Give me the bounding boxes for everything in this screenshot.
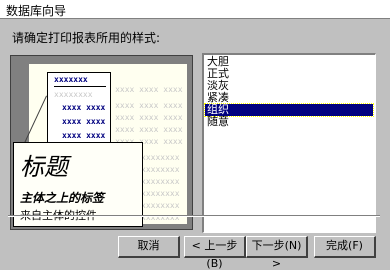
- preview-subtitle-text: 主体之上的标签: [20, 191, 105, 205]
- preview-fill-row: xxxxxxxx: [141, 201, 180, 210]
- preview-bold-row: xxxx xxxx: [62, 131, 106, 140]
- preview-header-marks: xxxxxxx: [54, 75, 88, 84]
- preview-fill-row: xxxxxxxx: [141, 213, 180, 222]
- preview-fill-row: xxxxxxxx: [141, 165, 180, 174]
- wizard-dialog: 请确定打印报表所用的样式: xxxx xxxx xxxx xxxx xxxx x…: [0, 19, 390, 270]
- style-listbox[interactable]: 大胆 正式 淡灰 紧凑 组织 随意: [202, 53, 376, 233]
- divider: [8, 215, 380, 217]
- finish-button[interactable]: 完成(F): [314, 236, 376, 258]
- preview-rule: [54, 86, 106, 87]
- style-option-casual[interactable]: 随意: [205, 116, 373, 128]
- preview-light-row: xxxxxxxx: [54, 90, 93, 99]
- back-button[interactable]: < 上一步(B): [184, 236, 246, 270]
- style-option-organization[interactable]: 组织: [204, 103, 374, 117]
- style-prompt: 请确定打印报表所用的样式:: [12, 31, 161, 45]
- style-option-compact[interactable]: 紧凑: [205, 92, 373, 104]
- preview-title-text: 标题: [20, 153, 68, 181]
- cancel-button[interactable]: 取消: [118, 236, 180, 258]
- next-button[interactable]: 下一步(N) >: [246, 236, 308, 270]
- preview-fill-row: xxxxxxxx: [141, 189, 180, 198]
- preview-bold-row: xxxx xxxx: [62, 103, 106, 112]
- style-preview: xxxx xxxx xxxx xxxx xxxx xxxx xxxx xxxx …: [10, 55, 193, 230]
- preview-fill-row: xxxxxxxx: [141, 153, 180, 162]
- preview-bold-row: xxxx xxxx: [62, 117, 106, 126]
- title-bar: 数据库向导: [0, 0, 390, 19]
- style-option-light-gray[interactable]: 淡灰: [205, 80, 373, 92]
- style-option-formal[interactable]: 正式: [205, 68, 373, 80]
- preview-fill-row: xxxxxxxx: [141, 177, 180, 186]
- style-option-bold[interactable]: 大胆: [205, 56, 373, 68]
- window-title: 数据库向导: [6, 4, 67, 18]
- preview-thumbnail: xxxxxxx xxxxxxxx xxxx xxxx xxxx xxxx xxx…: [47, 72, 111, 144]
